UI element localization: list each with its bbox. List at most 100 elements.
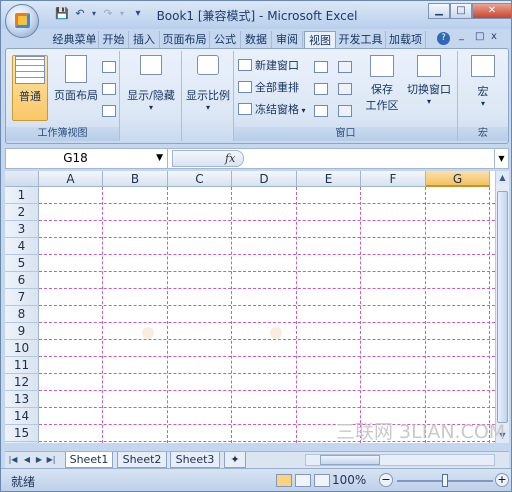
row-header-6[interactable]: 6 <box>5 272 39 289</box>
zoom-level[interactable]: 100% <box>332 473 366 487</box>
synchronous-scrolling-icon[interactable] <box>338 83 352 95</box>
row-header-5[interactable]: 5 <box>5 255 39 272</box>
macros-button[interactable]: 宏 ▾ <box>464 55 502 121</box>
row-header-14[interactable]: 14 <box>5 408 39 425</box>
row-header-10[interactable]: 10 <box>5 340 39 357</box>
select-all-corner[interactable] <box>5 171 39 187</box>
column-header-e[interactable]: E <box>297 171 361 187</box>
maximize-button[interactable]: □ <box>450 3 472 19</box>
custom-views-icon[interactable] <box>102 83 116 95</box>
tab-home[interactable]: 开始 <box>99 31 129 49</box>
zoom-out-button[interactable]: − <box>379 473 393 487</box>
vertical-scrollbar[interactable]: ▲ ▼ <box>495 171 509 443</box>
prev-sheet-icon[interactable]: ◀ <box>21 454 33 466</box>
formula-bar: G18 ▼ fx ▼ <box>5 148 509 169</box>
close-button[interactable]: ✕ <box>472 3 511 19</box>
page-layout-view-button[interactable]: 页面布局 <box>52 55 100 121</box>
zoom-slider-thumb[interactable] <box>442 474 448 487</box>
sheet-tab-sheet1[interactable]: Sheet1 <box>65 452 113 468</box>
hide-window-icon[interactable] <box>314 83 328 95</box>
sheet-tab-sheet3[interactable]: Sheet3 <box>170 452 220 468</box>
gridline <box>39 322 495 323</box>
tab-page-layout[interactable]: 页面布局 <box>160 31 210 49</box>
view-side-by-side-icon[interactable] <box>338 61 352 73</box>
row-header-13[interactable]: 13 <box>5 391 39 408</box>
name-box[interactable]: G18 ▼ <box>6 149 168 168</box>
spreadsheet-grid[interactable]: ABCDEFG 12345678910111213141516 <box>5 171 495 443</box>
full-screen-icon[interactable] <box>102 105 116 117</box>
vertical-scroll-thumb[interactable] <box>497 191 508 423</box>
normal-view-button[interactable]: 普通 <box>12 55 48 121</box>
workbook-close-icon[interactable]: x <box>491 31 497 42</box>
tab-data[interactable]: 数据 <box>241 31 272 49</box>
formula-input[interactable] <box>248 149 492 168</box>
tab-developer[interactable]: 开发工具 <box>336 31 386 49</box>
title-bar: 💾 ↶ ▾ ↷ ▾ ▾ Book1 [兼容模式] - Microsoft Exc… <box>1 1 511 38</box>
minimize-button[interactable]: ▁ <box>428 3 450 19</box>
gridline <box>39 237 495 238</box>
freeze-panes-button[interactable]: 冻结窗格 ▾ <box>238 101 306 119</box>
horizontal-scroll-thumb[interactable] <box>320 455 380 465</box>
insert-sheet-icon[interactable]: ✦ <box>224 452 246 468</box>
arrange-all-icon <box>238 81 252 93</box>
tab-view[interactable]: 视图 <box>304 31 336 49</box>
page-layout-status-icon[interactable] <box>295 474 311 487</box>
help-icon[interactable]: ? <box>437 32 450 45</box>
group-zoom: 显示比例 ▾ <box>182 51 234 141</box>
gridline <box>39 373 495 374</box>
split-icon[interactable] <box>314 61 328 73</box>
page-break-preview-icon[interactable] <box>102 61 116 73</box>
row-header-16[interactable]: 16 <box>5 442 39 443</box>
chevron-down-icon: ▾ <box>480 99 485 108</box>
row-header-8[interactable]: 8 <box>5 306 39 323</box>
tab-formulas[interactable]: 公式 <box>210 31 241 49</box>
group-label-window: 窗口 <box>234 127 457 141</box>
chevron-down-icon[interactable]: ▼ <box>156 149 163 168</box>
first-sheet-icon[interactable]: |◀ <box>7 454 19 466</box>
tab-review[interactable]: 审阅 <box>272 31 303 49</box>
reset-window-position-icon[interactable] <box>338 105 352 117</box>
zoom-button[interactable]: 显示比例 ▾ <box>184 55 232 121</box>
gridline <box>39 254 495 255</box>
column-header-a[interactable]: A <box>39 171 103 187</box>
row-header-11[interactable]: 11 <box>5 357 39 374</box>
row-header-1[interactable]: 1 <box>5 187 39 204</box>
gridline <box>167 187 168 443</box>
column-header-f[interactable]: F <box>361 171 426 187</box>
column-header-g[interactable]: G <box>426 171 490 187</box>
tab-classic-menu[interactable]: 经典菜单 <box>51 31 99 49</box>
row-header-2[interactable]: 2 <box>5 204 39 221</box>
arrange-all-button[interactable]: 全部重排 <box>238 79 299 97</box>
row-header-9[interactable]: 9 <box>5 323 39 340</box>
normal-view-status-icon[interactable] <box>276 474 292 487</box>
column-header-c[interactable]: C <box>168 171 232 187</box>
sheet-tab-sheet2[interactable]: Sheet2 <box>117 452 167 468</box>
insert-function-icon[interactable]: fx <box>225 151 235 167</box>
last-sheet-icon[interactable]: ▶| <box>45 454 57 466</box>
faint-mark-icon <box>270 327 282 339</box>
expand-formula-bar-icon[interactable]: ▼ <box>494 149 508 168</box>
show-hide-button[interactable]: 显示/隐藏 ▾ <box>124 55 178 121</box>
horizontal-scrollbar[interactable] <box>305 454 495 466</box>
row-header-4[interactable]: 4 <box>5 238 39 255</box>
save-workspace-button[interactable]: 保存 工作区 <box>362 55 402 121</box>
row-header-12[interactable]: 12 <box>5 374 39 391</box>
tab-add-ins[interactable]: 加载项 <box>386 31 426 49</box>
switch-windows-button[interactable]: 切换窗口 ▾ <box>404 55 454 121</box>
group-label-workbook-views: 工作簿视图 <box>6 127 119 141</box>
tab-insert[interactable]: 插入 <box>129 31 160 49</box>
row-header-15[interactable]: 15 <box>5 425 39 442</box>
column-header-b[interactable]: B <box>103 171 168 187</box>
row-header-3[interactable]: 3 <box>5 221 39 238</box>
zoom-in-button[interactable]: + <box>495 473 509 487</box>
ribbon-minimize-icon[interactable]: _ <box>459 30 464 41</box>
scroll-up-icon[interactable]: ▲ <box>496 171 509 185</box>
next-sheet-icon[interactable]: ▶ <box>33 454 45 466</box>
new-window-button[interactable]: 新建窗口 <box>238 57 299 75</box>
unhide-window-icon[interactable] <box>314 105 328 117</box>
row-header-7[interactable]: 7 <box>5 289 39 306</box>
ribbon-restore-icon[interactable]: □ <box>475 31 484 42</box>
column-header-d[interactable]: D <box>232 171 297 187</box>
office-button[interactable] <box>5 4 39 38</box>
page-break-status-icon[interactable] <box>314 474 330 487</box>
